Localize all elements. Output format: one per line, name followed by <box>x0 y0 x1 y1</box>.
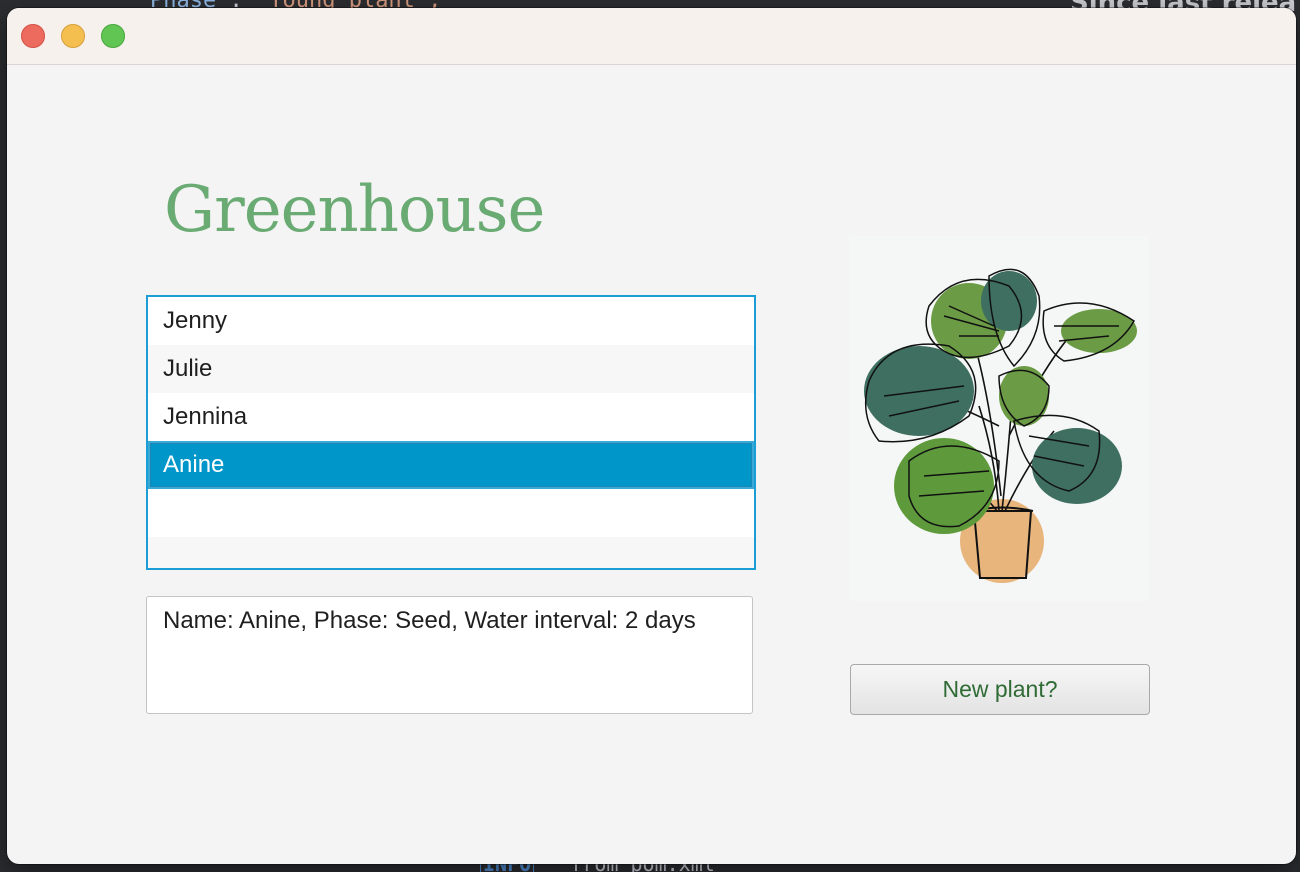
new-plant-button[interactable]: New plant? <box>850 664 1150 715</box>
plant-list-item-empty[interactable] <box>148 489 754 537</box>
plant-details-area[interactable]: Name: Anine, Phase: Seed, Water interval… <box>146 596 753 714</box>
plant-list-item[interactable]: Jennina <box>148 393 754 441</box>
plant-list[interactable]: Jenny Julie Jennina Anine <box>146 295 756 570</box>
plant-details-text: Name: Anine, Phase: Seed, Water interval… <box>163 607 696 634</box>
close-button[interactable] <box>21 24 45 48</box>
plant-list-item-selected[interactable]: Anine <box>148 441 754 489</box>
maximize-button[interactable] <box>101 24 125 48</box>
app-window: Greenhouse Jenny Julie Jennina Anine Nam… <box>7 8 1296 864</box>
plant-list-item-empty[interactable] <box>148 537 754 568</box>
minimize-button[interactable] <box>61 24 85 48</box>
plant-list-item[interactable]: Julie <box>148 345 754 393</box>
app-title: Greenhouse <box>164 173 545 247</box>
monstera-plant-icon <box>849 236 1149 601</box>
plant-illustration-svg <box>864 268 1137 583</box>
window-titlebar[interactable] <box>7 8 1296 65</box>
plant-list-item[interactable]: Jenny <box>148 297 754 345</box>
